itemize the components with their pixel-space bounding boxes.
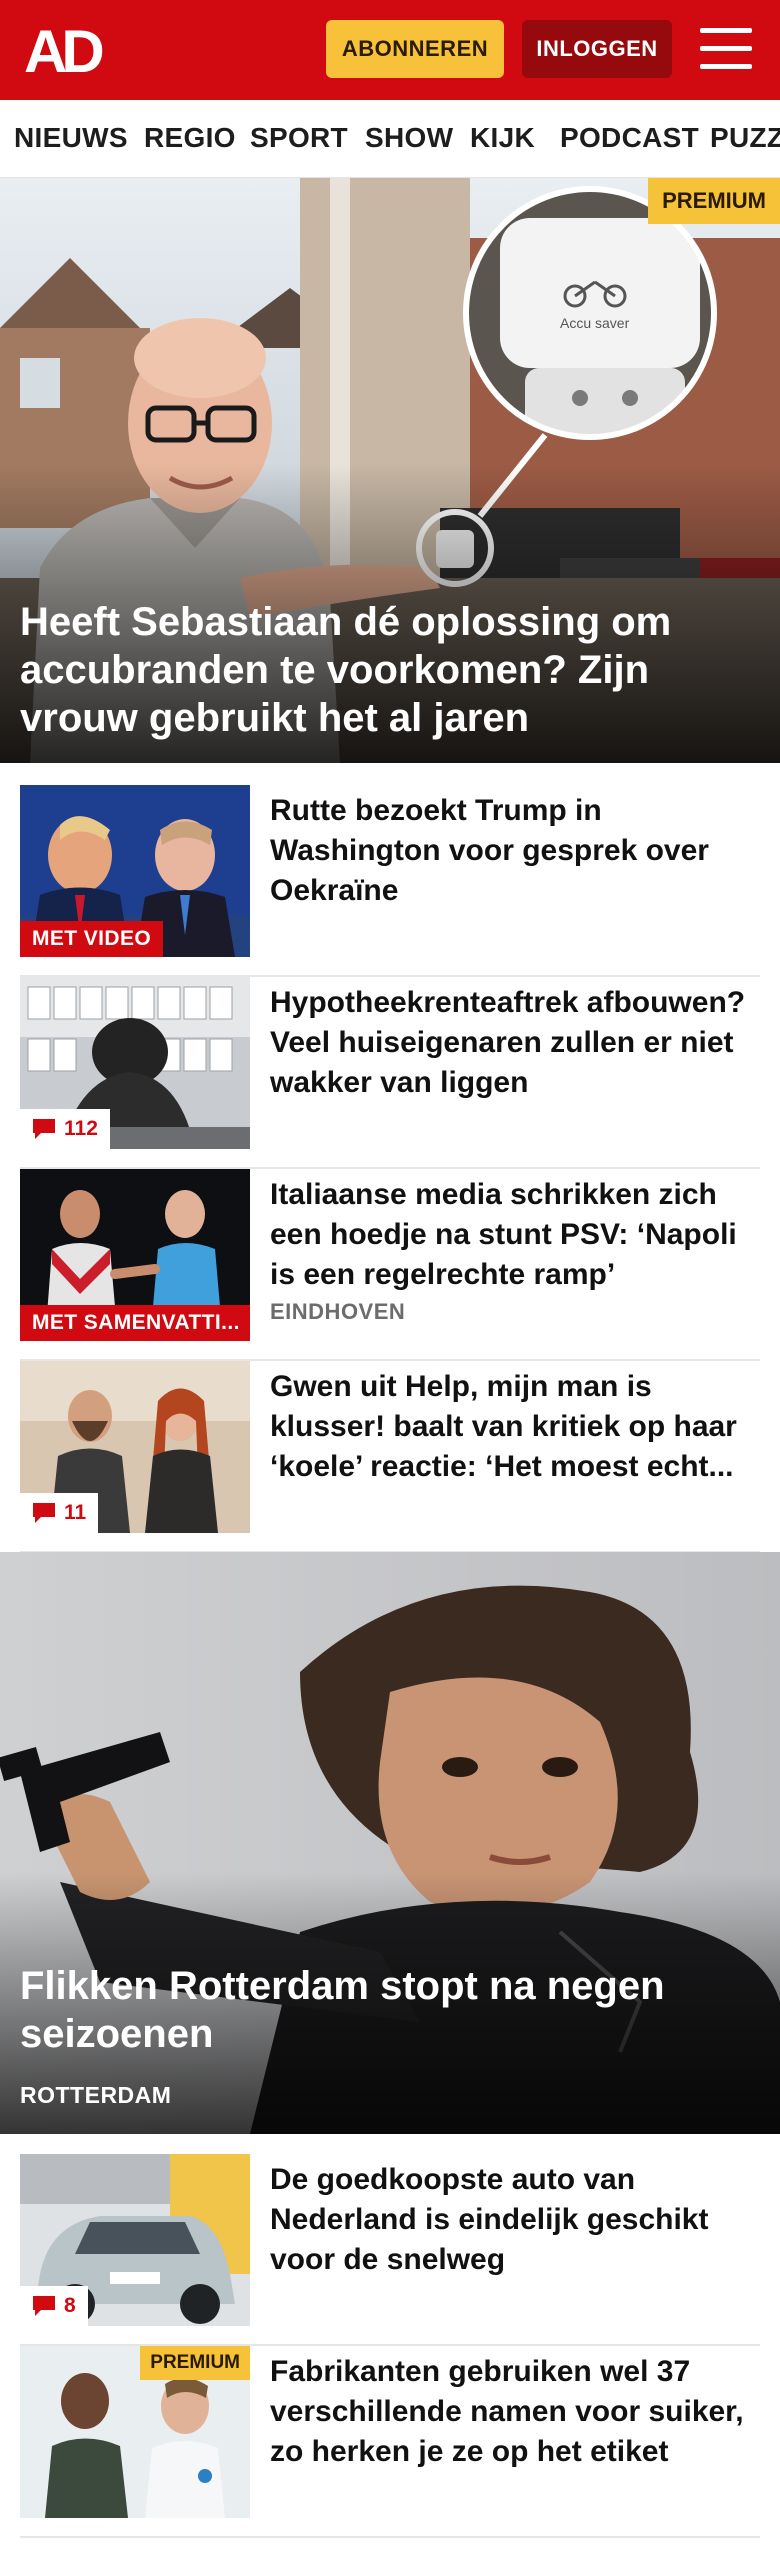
ad-logo[interactable]: AD (24, 18, 116, 85)
article-thumbnail: 11 (20, 1361, 250, 1533)
nav-item-nieuws[interactable]: NIEUWS (14, 122, 128, 154)
hamburger-menu-icon[interactable] (700, 28, 752, 70)
comment-icon (33, 2296, 55, 2316)
svg-text:Accu saver: Accu saver (560, 315, 630, 331)
video-label: MET VIDEO (20, 921, 164, 957)
comment-icon (33, 1119, 55, 1139)
article-headline[interactable]: Italiaanse media schrikken zich een hoed… (270, 1175, 750, 1295)
article-location: EINDHOVEN (270, 1299, 406, 1324)
top-bar: AD ABONNEREN INLOGGEN (0, 0, 780, 100)
nav-item-sport[interactable]: SPORT (250, 122, 348, 154)
premium-badge: PREMIUM (140, 2346, 250, 2380)
comment-icon (33, 1503, 55, 1523)
premium-badge: PREMIUM (648, 178, 780, 224)
svg-text:AD: AD (24, 22, 102, 78)
login-button[interactable]: INLOGGEN (522, 20, 672, 78)
article-headline[interactable]: De goedkoopste auto van Nederland is ein… (270, 2160, 750, 2280)
article-thumbnail: 8 (20, 2154, 250, 2326)
feature-article[interactable]: Flikken Rotterdam stopt na negen seizoen… (0, 1552, 780, 2134)
comment-count[interactable]: 8 (20, 2286, 88, 2326)
summary-video-label: MET SAMENVATTI... (20, 1305, 250, 1341)
comment-count[interactable]: 112 (20, 1109, 110, 1149)
article-headline[interactable]: Rutte bezoekt Trump in Washington voor g… (270, 791, 750, 911)
article-thumbnail: MET SAMENVATTI... (20, 1169, 250, 1341)
article-headline[interactable]: Fabrikanten gebruiken wel 37 verschillen… (270, 2352, 750, 2472)
section-nav: NIEUWS REGIO SPORT SHOW KIJK PODCAST PUZ… (0, 100, 780, 178)
list-item[interactable]: MET VIDEO Rutte bezoekt Trump in Washing… (20, 785, 760, 977)
nav-item-show[interactable]: SHOW (365, 122, 453, 154)
comment-count[interactable]: 11 (20, 1493, 99, 1533)
comment-count-value: 8 (64, 2294, 76, 2317)
subscribe-button[interactable]: ABONNEREN (326, 20, 504, 78)
article-thumbnail: PREMIUM (20, 2346, 250, 2518)
list-item[interactable]: 8 De goedkoopste auto van Nederland is e… (20, 2154, 760, 2346)
list-item[interactable]: 112 Hypotheekrenteaftrek afbouwen? Veel … (20, 977, 760, 1169)
article-headline[interactable]: Gwen uit Help, mijn man is klusser! baal… (270, 1367, 750, 1487)
feature-location: ROTTERDAM (20, 2082, 172, 2108)
nav-item-puzzels[interactable]: PUZZ (710, 122, 780, 154)
list-item[interactable]: PREMIUM Fabrikanten gebruiken wel 37 ver… (20, 2346, 760, 2538)
hero-article[interactable]: Accu saver PREMIUM Heeft Sebastiaan dé o… (0, 178, 780, 763)
nav-item-regio[interactable]: REGIO (144, 122, 236, 154)
comment-count-value: 11 (64, 1501, 87, 1524)
article-headline[interactable]: Hypotheekrenteaftrek afbouwen? Veel huis… (270, 983, 750, 1103)
comment-count-value: 112 (64, 1117, 98, 1140)
hero-headline[interactable]: Heeft Sebastiaan dé oplossing om accubra… (20, 598, 720, 742)
nav-item-podcast[interactable]: PODCAST (560, 122, 699, 154)
nav-item-kijk[interactable]: KIJK (470, 122, 535, 154)
article-thumbnail: MET VIDEO (20, 785, 250, 957)
list-item[interactable]: MET SAMENVATTI... Italiaanse media schri… (20, 1169, 760, 1361)
article-thumbnail: 112 (20, 977, 250, 1149)
list-item[interactable]: 11 Gwen uit Help, mijn man is klusser! b… (20, 1361, 760, 1553)
feature-headline[interactable]: Flikken Rotterdam stopt na negen seizoen… (20, 1962, 760, 2058)
